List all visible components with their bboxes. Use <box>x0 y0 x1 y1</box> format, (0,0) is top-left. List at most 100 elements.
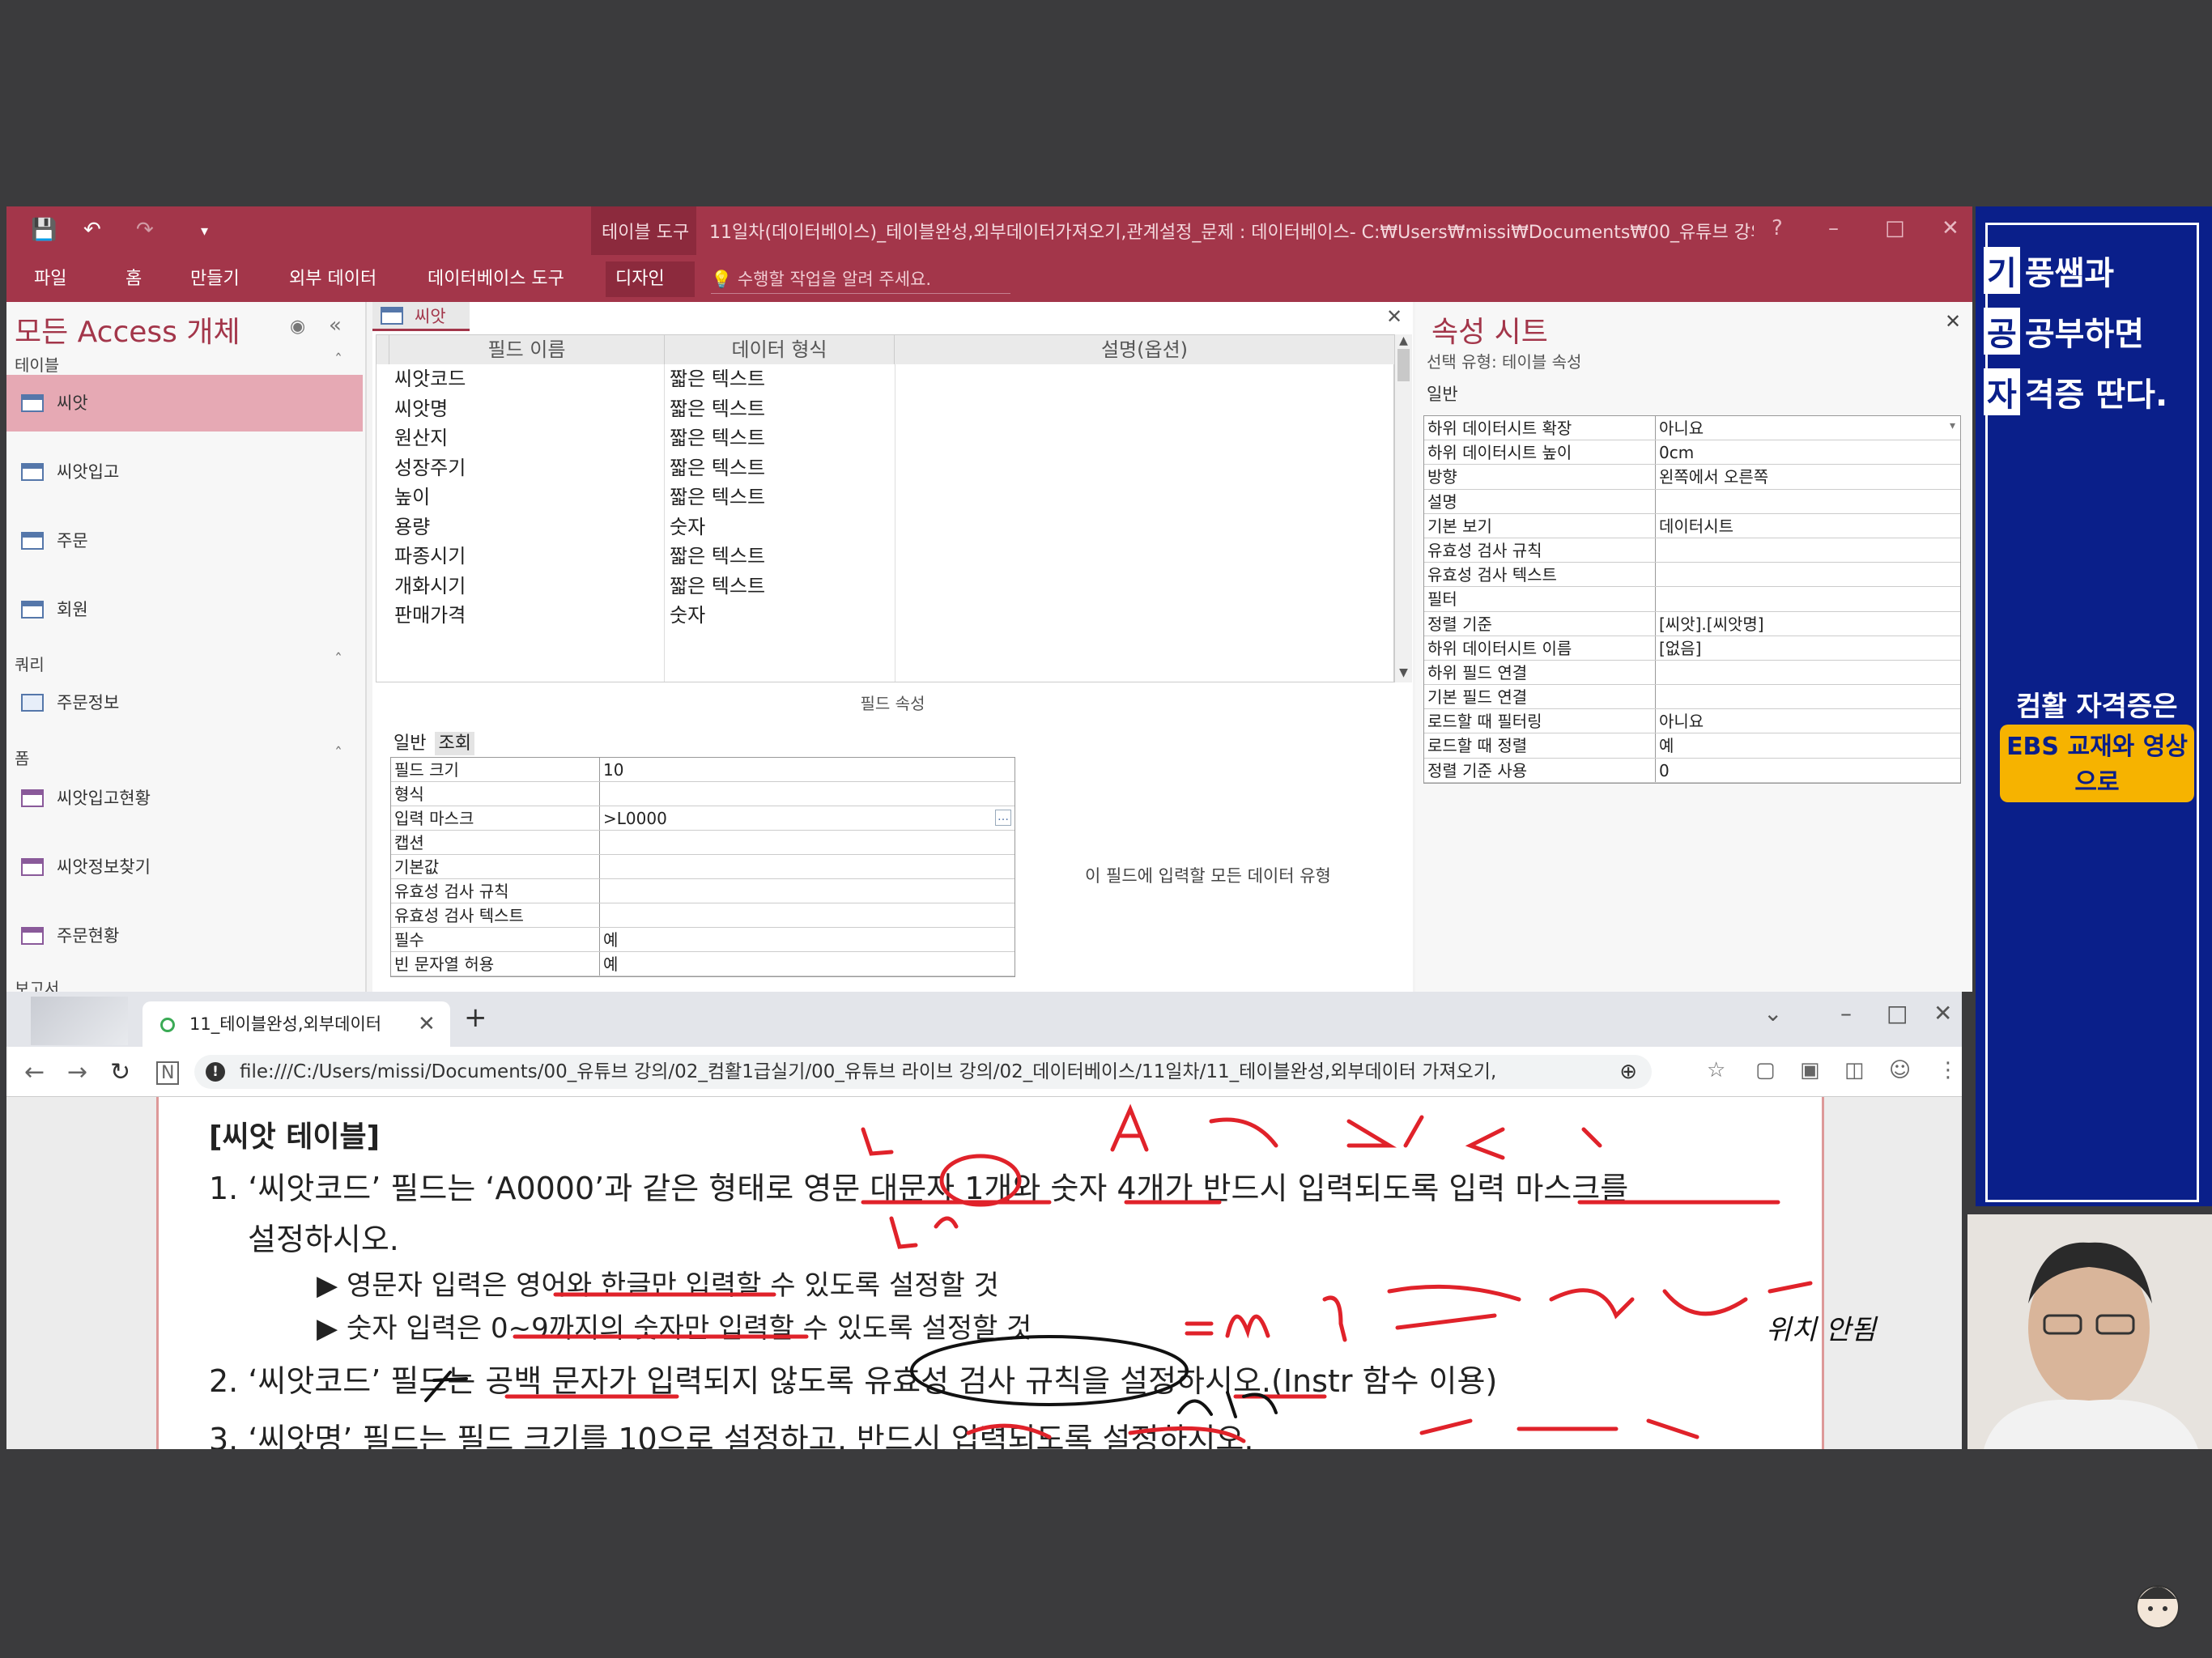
group-tables[interactable]: 테이블 <box>15 352 59 376</box>
sheet-property-row[interactable]: 로드할 때 필터링 아니요 <box>1424 709 1960 734</box>
favorite-icon[interactable]: ☆ <box>1707 1058 1725 1082</box>
undo-icon[interactable]: ↶ <box>83 218 101 245</box>
field-property-row[interactable]: 기본값 <box>391 855 1015 879</box>
sheet-property-row[interactable]: 유효성 검사 규칙 <box>1424 538 1960 563</box>
field-name[interactable]: 씨앗명 <box>394 394 448 423</box>
field-data-type[interactable]: 숫자 <box>670 512 705 542</box>
field-name[interactable]: 원산지 <box>394 423 448 453</box>
nav-table-seed-receiving[interactable]: 씨앗입고 <box>6 444 363 500</box>
field-data-type[interactable]: 짧은 텍스트 <box>670 483 765 512</box>
more-menu-icon[interactable]: ⋮ <box>1938 1058 1959 1082</box>
sheet-property-row[interactable]: 하위 필드 연결 <box>1424 660 1960 686</box>
browser-close-icon[interactable]: ✕ <box>1933 1000 1952 1027</box>
nav-header[interactable]: 모든 Access 개체 <box>15 308 240 351</box>
sheet-property-row[interactable]: 기본 필드 연결 <box>1424 685 1960 710</box>
property-value[interactable]: 예 <box>600 952 1015 976</box>
sheet-property-value[interactable]: [씨앗].[씨앗명] <box>1656 612 1960 636</box>
sheet-property-value[interactable]: 아니요 <box>1656 709 1960 733</box>
browser-maximize-icon[interactable]: □ <box>1887 1000 1908 1027</box>
field-name[interactable]: 씨앗코드 <box>394 364 466 393</box>
profile-icon[interactable]: ☺ <box>1889 1058 1911 1082</box>
split-view-icon[interactable]: ◫ <box>1844 1058 1865 1082</box>
group-queries[interactable]: 쿼리 <box>15 652 45 675</box>
close-tab-icon[interactable]: ✕ <box>418 1001 436 1047</box>
field-row[interactable]: 씨앗코드 짧은 텍스트 <box>376 364 1393 394</box>
tab-home[interactable]: 홈 <box>116 261 151 297</box>
sheet-property-row[interactable]: 하위 데이터시트 확장 아니요 ▾ <box>1424 416 1960 441</box>
property-value[interactable] <box>600 879 1015 903</box>
property-value[interactable] <box>600 855 1015 878</box>
quick-access-dropdown-icon[interactable]: ▾ <box>201 223 208 250</box>
field-row[interactable]: 높이 짧은 텍스트 <box>376 483 1393 512</box>
tab-search-icon[interactable]: ⌄ <box>1763 1000 1782 1027</box>
sheet-property-value[interactable]: 데이터시트 <box>1656 514 1960 538</box>
chevron-up-icon[interactable]: ˆ <box>334 351 342 370</box>
nav-table-orders[interactable]: 주문 <box>6 512 363 569</box>
collapse-pane-icon[interactable]: « <box>329 313 342 338</box>
field-data-type[interactable]: 숫자 <box>670 601 705 630</box>
save-icon[interactable]: 💾 <box>31 218 57 245</box>
group-reports[interactable]: 보고서 <box>15 976 59 992</box>
close-icon[interactable]: ✕ <box>1942 216 1959 240</box>
field-row[interactable]: 원산지 짧은 텍스트 <box>376 423 1393 453</box>
field-data-type[interactable]: 짧은 텍스트 <box>670 394 765 423</box>
build-button[interactable]: … <box>995 810 1011 826</box>
sheet-property-value[interactable] <box>1656 490 1960 513</box>
redo-icon[interactable]: ↷ <box>136 218 154 245</box>
reader-icon[interactable]: N <box>156 1061 180 1085</box>
field-property-row[interactable]: 필드 크기 10 <box>391 758 1015 782</box>
sheet-property-value[interactable]: 왼쪽에서 오른쪽 <box>1656 465 1960 488</box>
field-row[interactable]: 개화시기 짧은 텍스트 <box>376 572 1393 602</box>
field-data-type[interactable]: 짧은 텍스트 <box>670 542 765 571</box>
field-row[interactable]: 용량 숫자 <box>376 512 1393 542</box>
field-property-row[interactable]: 빈 문자열 허용 예 <box>391 952 1015 976</box>
sheet-property-row[interactable]: 유효성 검사 텍스트 <box>1424 563 1960 588</box>
field-name[interactable]: 개화시기 <box>394 572 466 601</box>
field-data-type[interactable]: 짧은 텍스트 <box>670 572 765 601</box>
field-data-type[interactable]: 짧은 텍스트 <box>670 364 765 393</box>
field-row[interactable]: 성장주기 짧은 텍스트 <box>376 453 1393 483</box>
sheet-property-value[interactable] <box>1656 685 1960 708</box>
sheet-property-value[interactable] <box>1656 563 1960 586</box>
browser-minimize-icon[interactable]: – <box>1840 1000 1852 1027</box>
property-value[interactable]: 예 <box>600 928 1015 951</box>
property-value[interactable]: 10 <box>600 758 1015 781</box>
field-property-row[interactable]: 유효성 검사 규칙 <box>391 879 1015 903</box>
info-icon[interactable]: ! <box>206 1062 225 1082</box>
nav-query-order-info[interactable]: 주문정보 <box>6 674 363 731</box>
close-property-sheet-icon[interactable]: ✕ <box>1945 310 1961 333</box>
forward-icon[interactable]: → <box>67 1058 87 1086</box>
maximize-icon[interactable]: □ <box>1885 216 1905 240</box>
tab-external-data[interactable]: 외부 데이터 <box>279 261 386 297</box>
zoom-icon[interactable]: ⊕ <box>1619 1055 1637 1089</box>
grid-scrollbar[interactable]: ▲ ▼ <box>1394 334 1412 682</box>
nav-form-3[interactable]: 주문현황 <box>6 908 363 964</box>
sheet-property-row[interactable]: 하위 데이터시트 높이 0cm <box>1424 440 1960 466</box>
new-tab-icon[interactable]: + <box>464 1001 487 1034</box>
sheet-property-value[interactable]: [없음] <box>1656 636 1960 660</box>
property-value[interactable] <box>600 903 1015 927</box>
sheet-property-row[interactable]: 정렬 기준 [씨앗].[씨앗명] <box>1424 611 1960 636</box>
field-property-row[interactable]: 유효성 검사 텍스트 <box>391 903 1015 928</box>
nav-menu-icon[interactable]: ◉ <box>290 317 305 337</box>
sheet-property-value[interactable]: 예 <box>1656 733 1960 757</box>
sheet-property-row[interactable]: 필터 <box>1424 587 1960 612</box>
sheet-property-row[interactable]: 설명 <box>1424 489 1960 514</box>
field-data-type[interactable]: 짧은 텍스트 <box>670 423 765 453</box>
url-field[interactable]: ! file:///C:/Users/missi/Documents/00_유튜… <box>194 1055 1652 1089</box>
sheet-property-row[interactable]: 하위 데이터시트 이름 [없음] <box>1424 636 1960 661</box>
chevron-up-icon[interactable]: ˆ <box>334 650 342 670</box>
field-property-row[interactable]: 형식 <box>391 782 1015 806</box>
field-row[interactable]: 파종시기 짧은 텍스트 <box>376 542 1393 572</box>
document-tab-seeds[interactable]: 씨앗 <box>372 302 470 331</box>
browser-tab[interactable]: 11_테이블완성,외부데이터 ✕ <box>143 1001 450 1047</box>
field-row[interactable]: 씨앗명 짧은 텍스트 <box>376 394 1393 424</box>
sheet-property-value[interactable]: 아니요 <box>1656 416 1960 440</box>
tell-me-box[interactable]: 💡 수행할 작업을 알려 주세요. <box>711 265 1010 294</box>
group-forms[interactable]: 폼 <box>15 746 29 769</box>
sheet-property-value[interactable] <box>1656 587 1960 610</box>
sheet-property-value[interactable] <box>1656 538 1960 562</box>
field-property-row[interactable]: 필수 예 <box>391 928 1015 952</box>
back-icon[interactable]: ← <box>24 1058 45 1086</box>
sheet-property-row[interactable]: 정렬 기준 사용 0 <box>1424 758 1960 783</box>
